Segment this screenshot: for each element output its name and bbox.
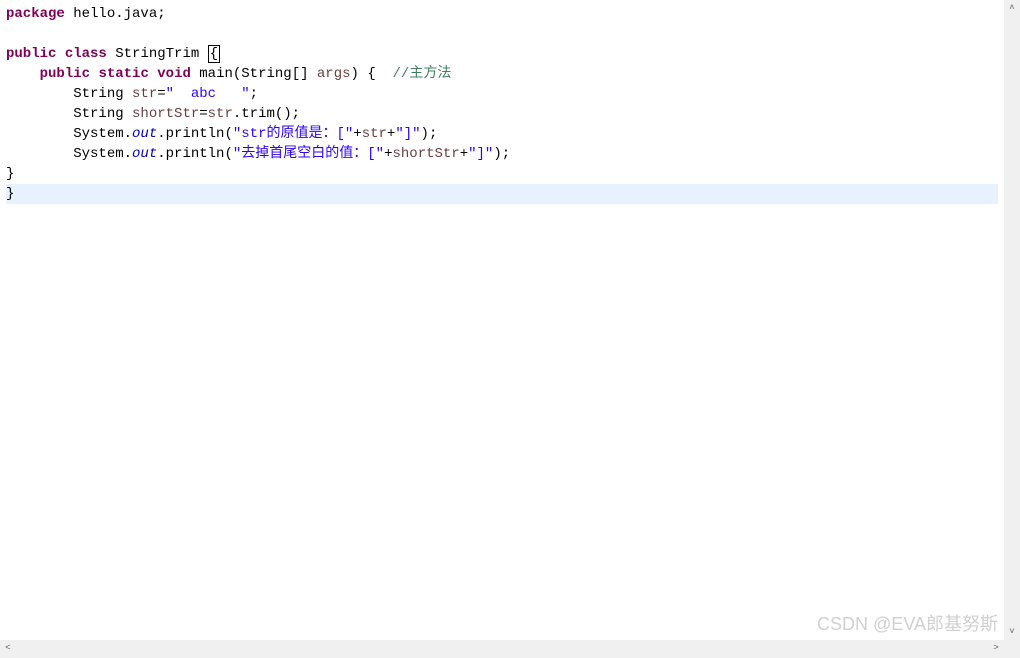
token-kw: void xyxy=(157,66,191,82)
line-content: System.out.println("str的原值是：["+str+"]"); xyxy=(6,126,437,142)
scroll-down-arrow[interactable]: ˅ xyxy=(1004,624,1020,640)
token-plain: ); xyxy=(421,126,438,142)
token-plain: System. xyxy=(73,126,132,142)
scroll-track-h[interactable] xyxy=(16,640,988,658)
line-content: } xyxy=(6,186,14,202)
scroll-left-arrow[interactable]: ˂ xyxy=(0,640,16,656)
token-plain: ; xyxy=(250,86,258,102)
token-plain: System. xyxy=(73,146,132,162)
token-str: "str的原值是：[" xyxy=(233,126,353,142)
code-line[interactable]: String shortStr=str.trim(); xyxy=(6,104,998,124)
line-content: String shortStr=str.trim(); xyxy=(6,106,300,122)
token-var: shortStr xyxy=(393,146,460,162)
token-plain xyxy=(56,46,64,62)
token-str: "去掉首尾空白的值：[" xyxy=(233,146,384,162)
token-var: str xyxy=(208,106,233,122)
token-plain: } xyxy=(6,186,14,202)
code-line[interactable]: public static void main(String[] args) {… xyxy=(6,64,998,84)
token-plain: String xyxy=(73,86,132,102)
code-line[interactable]: String str=" abc "; xyxy=(6,84,998,104)
code-line[interactable]: System.out.println("str的原值是：["+str+"]"); xyxy=(6,124,998,144)
token-var: shortStr xyxy=(132,106,199,122)
code-line[interactable]: } xyxy=(6,164,998,184)
token-plain: + xyxy=(353,126,361,142)
token-kw: public xyxy=(40,66,90,82)
code-line[interactable]: public class StringTrim { xyxy=(6,44,998,64)
token-plain: + xyxy=(384,146,392,162)
scroll-right-arrow[interactable]: ˃ xyxy=(988,640,1004,656)
token-var: str xyxy=(132,86,157,102)
token-field: out xyxy=(132,126,157,142)
token-str: "]" xyxy=(468,146,493,162)
current-line-highlight xyxy=(6,184,998,204)
token-str: "]" xyxy=(395,126,420,142)
code-line[interactable]: System.out.println("去掉首尾空白的值：["+shortStr… xyxy=(6,144,998,164)
token-plain: .println( xyxy=(157,126,233,142)
line-content: public class StringTrim { xyxy=(6,46,220,62)
code-line[interactable] xyxy=(6,24,998,44)
bracket-match: { xyxy=(208,45,220,63)
token-comment: //主方法 xyxy=(393,66,452,82)
token-plain: StringTrim xyxy=(107,46,208,62)
code-editor[interactable]: package hello.java; public class StringTr… xyxy=(0,0,1004,640)
line-content: System.out.println("去掉首尾空白的值：["+shortStr… xyxy=(6,146,510,162)
vertical-scrollbar[interactable]: ˄ ˅ xyxy=(1004,0,1020,640)
scroll-up-arrow[interactable]: ˄ xyxy=(1004,0,1020,16)
code-line[interactable]: } xyxy=(6,184,998,204)
token-plain: = xyxy=(157,86,165,102)
token-plain: main(String[] xyxy=(191,66,317,82)
scroll-track-v[interactable] xyxy=(1004,16,1020,624)
token-plain: ) { xyxy=(351,66,393,82)
token-plain: ); xyxy=(493,146,510,162)
token-kw: class xyxy=(65,46,107,62)
token-kw: static xyxy=(98,66,148,82)
token-plain: hello.java; xyxy=(65,6,166,22)
horizontal-scrollbar[interactable]: ˂ ˃ xyxy=(0,640,1004,658)
token-var: args xyxy=(317,66,351,82)
token-plain: String xyxy=(73,106,132,122)
line-content: public static void main(String[] args) {… xyxy=(6,66,451,82)
token-plain: + xyxy=(460,146,468,162)
code-area[interactable]: package hello.java; public class StringTr… xyxy=(0,0,1004,208)
token-var: str xyxy=(362,126,387,142)
scrollbar-corner xyxy=(1004,640,1020,658)
token-plain: .trim(); xyxy=(233,106,300,122)
token-kw: package xyxy=(6,6,65,22)
line-content: package hello.java; xyxy=(6,6,166,22)
line-content: } xyxy=(6,166,14,182)
token-plain: } xyxy=(6,166,14,182)
token-str: " abc " xyxy=(166,86,250,102)
token-plain: .println( xyxy=(157,146,233,162)
token-plain: = xyxy=(199,106,207,122)
token-plain xyxy=(149,66,157,82)
code-line[interactable]: package hello.java; xyxy=(6,4,998,24)
token-field: out xyxy=(132,146,157,162)
line-content: String str=" abc "; xyxy=(6,86,258,102)
token-kw: public xyxy=(6,46,56,62)
